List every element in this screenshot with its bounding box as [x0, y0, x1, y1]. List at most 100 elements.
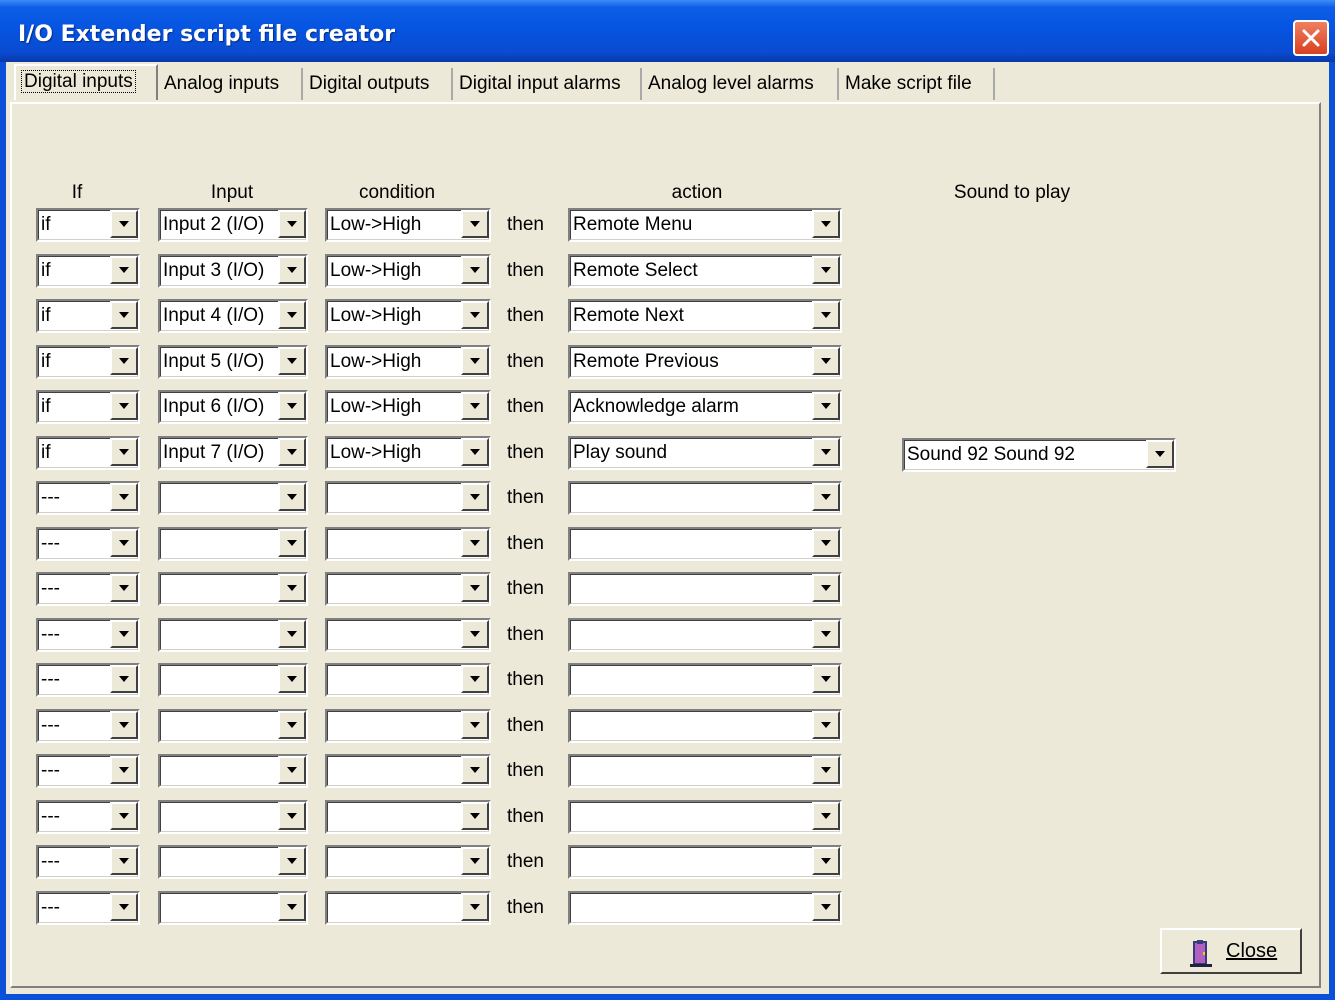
dropdown-button[interactable] — [110, 483, 138, 511]
dropdown-button[interactable] — [461, 528, 489, 557]
if-combo[interactable]: --- — [36, 481, 140, 515]
dropdown-button[interactable] — [812, 847, 840, 875]
input-combo[interactable] — [158, 754, 308, 788]
dropdown-button[interactable] — [812, 437, 840, 466]
tab-analog-level-alarms[interactable]: Analog level alarms — [642, 68, 839, 100]
dropdown-button[interactable] — [461, 892, 489, 921]
dropdown-button[interactable] — [110, 756, 138, 784]
dropdown-button[interactable] — [278, 528, 306, 557]
condition-combo[interactable]: Low->High — [325, 435, 491, 470]
dropdown-button[interactable] — [278, 801, 306, 830]
action-combo[interactable] — [568, 663, 842, 697]
condition-combo[interactable] — [325, 708, 491, 743]
if-combo[interactable]: --- — [36, 845, 140, 879]
tab-analog-inputs[interactable]: Analog inputs — [158, 68, 303, 100]
dropdown-button[interactable] — [110, 847, 138, 875]
dropdown-button[interactable] — [461, 756, 489, 784]
dropdown-button[interactable] — [461, 437, 489, 466]
action-combo[interactable] — [568, 799, 842, 834]
input-combo[interactable] — [158, 572, 308, 606]
dropdown-button[interactable] — [461, 801, 489, 830]
action-combo[interactable]: Acknowledge alarm — [568, 390, 842, 424]
dropdown-button[interactable] — [812, 710, 840, 739]
dropdown-button[interactable] — [278, 301, 306, 329]
dropdown-button[interactable] — [278, 892, 306, 921]
input-combo[interactable]: Input 4 (I/O) — [158, 299, 308, 333]
dropdown-button[interactable] — [278, 710, 306, 739]
dropdown-button[interactable] — [812, 756, 840, 784]
input-combo[interactable]: Input 7 (I/O) — [158, 435, 308, 470]
action-combo[interactable]: Remote Select — [568, 253, 842, 288]
dropdown-button[interactable] — [1146, 439, 1174, 468]
condition-combo[interactable]: Low->High — [325, 253, 491, 288]
dropdown-button[interactable] — [812, 483, 840, 511]
dropdown-button[interactable] — [110, 665, 138, 693]
window-close-button[interactable] — [1293, 20, 1329, 56]
condition-combo[interactable]: Low->High — [325, 208, 491, 242]
dropdown-button[interactable] — [278, 483, 306, 511]
dropdown-button[interactable] — [461, 574, 489, 602]
action-combo[interactable] — [568, 572, 842, 606]
dropdown-button[interactable] — [278, 665, 306, 693]
tab-digital-inputs[interactable]: Digital inputs — [14, 64, 158, 100]
dropdown-button[interactable] — [812, 255, 840, 284]
if-combo[interactable]: if — [36, 208, 140, 242]
condition-combo[interactable] — [325, 526, 491, 561]
dropdown-button[interactable] — [278, 210, 306, 238]
action-combo[interactable]: Remote Next — [568, 299, 842, 333]
dropdown-button[interactable] — [461, 210, 489, 238]
dropdown-button[interactable] — [278, 255, 306, 284]
condition-combo[interactable]: Low->High — [325, 390, 491, 424]
if-combo[interactable]: if — [36, 299, 140, 333]
condition-combo[interactable] — [325, 617, 491, 652]
dropdown-button[interactable] — [278, 847, 306, 875]
action-combo[interactable]: Remote Menu — [568, 208, 842, 242]
dropdown-button[interactable] — [110, 801, 138, 830]
action-combo[interactable] — [568, 845, 842, 879]
dropdown-button[interactable] — [812, 665, 840, 693]
input-combo[interactable] — [158, 617, 308, 652]
title-bar[interactable]: I/O Extender script file creator — [0, 0, 1335, 62]
dropdown-button[interactable] — [461, 665, 489, 693]
condition-combo[interactable] — [325, 572, 491, 606]
dropdown-button[interactable] — [110, 392, 138, 420]
dropdown-button[interactable] — [278, 437, 306, 466]
input-combo[interactable]: Input 5 (I/O) — [158, 344, 308, 379]
dropdown-button[interactable] — [110, 210, 138, 238]
dropdown-button[interactable] — [812, 346, 840, 375]
dropdown-button[interactable] — [812, 210, 840, 238]
if-combo[interactable]: --- — [36, 799, 140, 834]
action-combo[interactable]: Remote Previous — [568, 344, 842, 379]
dropdown-button[interactable] — [812, 301, 840, 329]
dropdown-button[interactable] — [110, 710, 138, 739]
condition-combo[interactable]: Low->High — [325, 344, 491, 379]
if-combo[interactable]: if — [36, 390, 140, 424]
dropdown-button[interactable] — [110, 255, 138, 284]
condition-combo[interactable] — [325, 845, 491, 879]
dropdown-button[interactable] — [812, 574, 840, 602]
dropdown-button[interactable] — [110, 619, 138, 648]
close-button[interactable]: Close — [1160, 928, 1302, 974]
dropdown-button[interactable] — [110, 574, 138, 602]
dropdown-button[interactable] — [461, 392, 489, 420]
dropdown-button[interactable] — [278, 574, 306, 602]
condition-combo[interactable] — [325, 481, 491, 515]
if-combo[interactable]: --- — [36, 754, 140, 788]
sound-combo[interactable]: Sound 92 Sound 92 — [902, 437, 1176, 472]
if-combo[interactable]: --- — [36, 572, 140, 606]
dropdown-button[interactable] — [110, 528, 138, 557]
input-combo[interactable] — [158, 890, 308, 925]
action-combo[interactable] — [568, 481, 842, 515]
dropdown-button[interactable] — [461, 301, 489, 329]
dropdown-button[interactable] — [110, 892, 138, 921]
dropdown-button[interactable] — [461, 255, 489, 284]
input-combo[interactable] — [158, 708, 308, 743]
tab-digital-input-alarms[interactable]: Digital input alarms — [453, 68, 642, 100]
if-combo[interactable]: if — [36, 253, 140, 288]
dropdown-button[interactable] — [812, 619, 840, 648]
condition-combo[interactable] — [325, 663, 491, 697]
if-combo[interactable]: if — [36, 344, 140, 379]
dropdown-button[interactable] — [278, 346, 306, 375]
input-combo[interactable]: Input 3 (I/O) — [158, 253, 308, 288]
input-combo[interactable] — [158, 481, 308, 515]
